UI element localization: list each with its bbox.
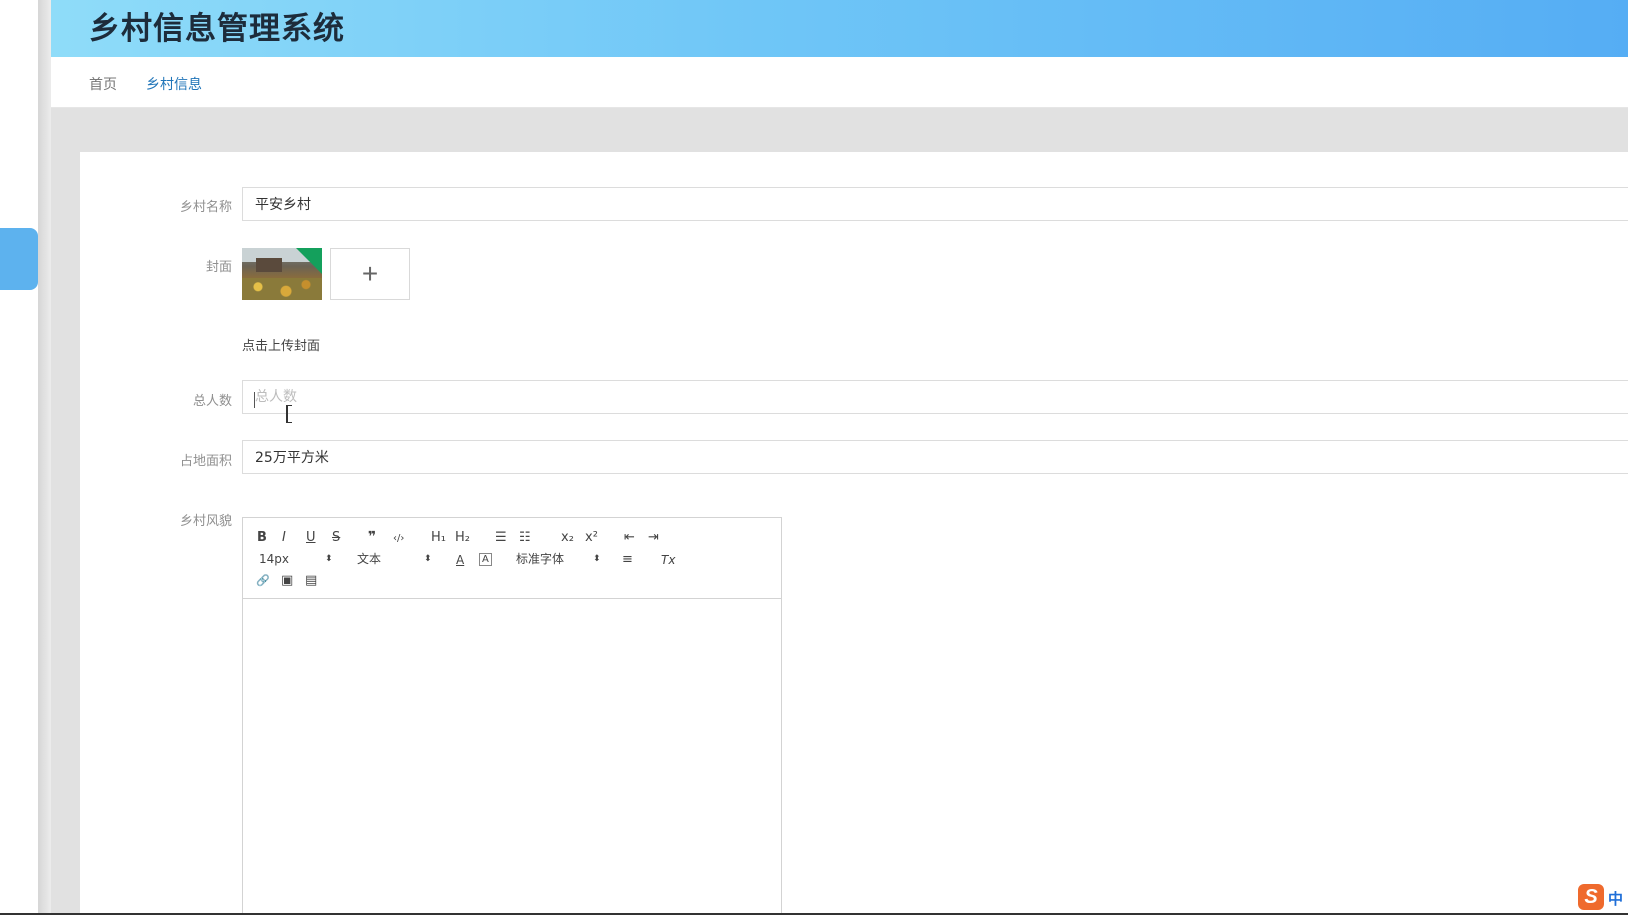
- plus-icon: +: [361, 258, 379, 289]
- ime-indicator[interactable]: S 中: [1578, 882, 1628, 912]
- underline-button[interactable]: U: [306, 530, 316, 546]
- font-family-chevron-icon: ⬍: [593, 553, 601, 563]
- image-button[interactable]: ▣: [281, 573, 293, 589]
- code-block-button[interactable]: ‹/›: [393, 531, 404, 547]
- font-family-select[interactable]: 标准字体: [516, 551, 564, 567]
- clean-format-button[interactable]: Tx: [661, 552, 675, 568]
- breadcrumb-home[interactable]: 首页: [89, 74, 117, 94]
- sidebar-toggle-tab[interactable]: [0, 228, 38, 290]
- heading2-button[interactable]: H₂: [455, 530, 470, 546]
- italic-button[interactable]: I: [282, 530, 286, 546]
- header-chevron-icon: ⬍: [424, 553, 432, 563]
- cover-upload-tip: 点击上传封面: [242, 339, 321, 354]
- font-color-button[interactable]: A: [456, 552, 464, 568]
- ibeam-cursor-icon: [286, 405, 292, 423]
- heading1-button[interactable]: H₁: [431, 530, 446, 546]
- population-label: 总人数: [192, 394, 232, 409]
- cover-upload-button[interactable]: +: [330, 248, 410, 300]
- area-label: 占地面积: [179, 454, 232, 469]
- bullet-list-button[interactable]: ☷: [519, 530, 531, 546]
- sidebar: [0, 0, 39, 915]
- indent-button[interactable]: ⇥: [648, 530, 659, 546]
- population-input[interactable]: [242, 380, 1628, 414]
- text-caret: [254, 392, 255, 408]
- video-button[interactable]: ▤: [305, 573, 317, 589]
- app-title: 乡村信息管理系统: [89, 11, 345, 47]
- village-name-label: 乡村名称: [179, 200, 232, 215]
- editor-toolbar: B I U S ❞ ‹/› H₁ H₂ ☰ ☷ x₂ x² ⇤ ⇥ 14px ⬍…: [243, 518, 781, 599]
- village-style-label: 乡村风貌: [179, 514, 232, 529]
- font-size-chevron-icon: ⬍: [325, 553, 333, 563]
- sogou-logo-icon: S: [1578, 884, 1604, 910]
- app-header: 乡村信息管理系统: [51, 0, 1628, 57]
- link-button[interactable]: 🔗: [256, 573, 270, 589]
- area-input[interactable]: [242, 440, 1628, 474]
- village-name-input[interactable]: [242, 187, 1628, 221]
- blockquote-button[interactable]: ❞: [368, 529, 376, 545]
- outdent-button[interactable]: ⇤: [624, 530, 635, 546]
- rich-text-editor: B I U S ❞ ‹/› H₁ H₂ ☰ ☷ x₂ x² ⇤ ⇥ 14px ⬍…: [242, 517, 782, 915]
- editor-content-area[interactable]: [243, 599, 781, 915]
- background-color-button[interactable]: A: [479, 553, 492, 566]
- ime-mode-label: 中: [1608, 890, 1624, 908]
- ordered-list-button[interactable]: ☰: [495, 530, 507, 546]
- selected-check-icon: [296, 248, 322, 274]
- cover-label: 封面: [205, 260, 232, 275]
- superscript-button[interactable]: x²: [585, 530, 598, 546]
- strike-button[interactable]: S: [332, 530, 340, 546]
- breadcrumb-current[interactable]: 乡村信息: [146, 74, 202, 94]
- sidebar-divider: [38, 0, 51, 915]
- font-size-select[interactable]: 14px: [259, 551, 289, 567]
- align-button[interactable]: ≡: [622, 552, 633, 568]
- bold-button[interactable]: B: [257, 530, 267, 546]
- header-select[interactable]: 文本: [357, 551, 381, 567]
- subscript-button[interactable]: x₂: [561, 530, 574, 546]
- breadcrumb: 首页 乡村信息: [51, 57, 1628, 108]
- cover-thumbnail-image[interactable]: [242, 248, 322, 300]
